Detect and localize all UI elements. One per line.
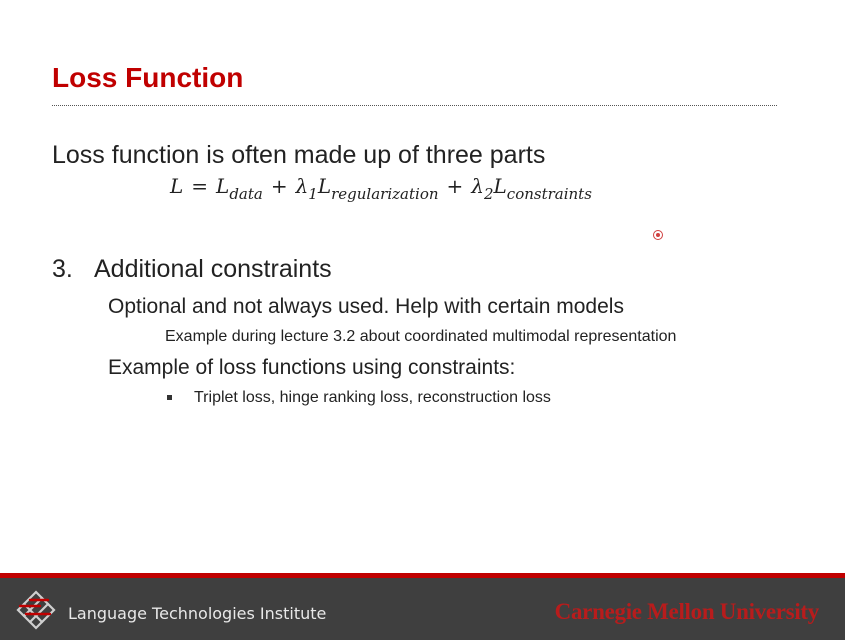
institute-name: Language Technologies Institute	[68, 604, 327, 623]
eq-term-constraints: L	[493, 174, 507, 198]
eq-term-data: L	[216, 174, 230, 198]
loss-equation: L = Ldata + λ1Lregularization + λ2Lconstraints	[170, 174, 592, 203]
title-divider	[52, 105, 777, 106]
eq-lambda-1: λ	[295, 174, 309, 198]
university-name: Carnegie Mellon University	[554, 599, 820, 624]
eq-sub-data: data	[229, 185, 263, 203]
footer-bar: Language Technologies Institute Carnegie…	[0, 573, 845, 640]
point-optional: Optional and not always used. Help with …	[108, 295, 624, 318]
intro-text: Loss function is often made up of three …	[52, 141, 546, 169]
eq-term-regularization: L	[317, 174, 332, 198]
section-number: 3.	[52, 255, 73, 283]
section-heading: 3. Additional constraints	[52, 255, 332, 284]
point-examples: Example of loss functions using constrai…	[108, 356, 516, 379]
eq-sub-regularization: regularization	[331, 185, 439, 203]
square-bullet-icon	[167, 395, 172, 400]
laser-pointer-icon	[653, 230, 663, 240]
slide-title: Loss Function	[52, 62, 244, 93]
lti-logo-icon	[16, 590, 56, 630]
point-optional-detail: Example during lecture 3.2 about coordin…	[165, 328, 677, 345]
eq-lambda-2-sub: 2	[483, 185, 494, 203]
eq-lambda-2: λ	[471, 174, 484, 198]
eq-lambda-1-sub: 1	[308, 185, 318, 203]
point-examples-bullet: Triplet loss, hinge ranking loss, recons…	[194, 389, 551, 406]
eq-lhs: L	[170, 174, 184, 198]
slide-content: Loss Function Loss function is often mad…	[0, 0, 845, 573]
eq-plus-2: +	[446, 174, 464, 198]
section-title: Additional constraints	[94, 255, 332, 283]
eq-equals: =	[191, 174, 209, 198]
eq-plus-1: +	[270, 174, 288, 198]
eq-sub-constraints: constraints	[506, 185, 592, 203]
